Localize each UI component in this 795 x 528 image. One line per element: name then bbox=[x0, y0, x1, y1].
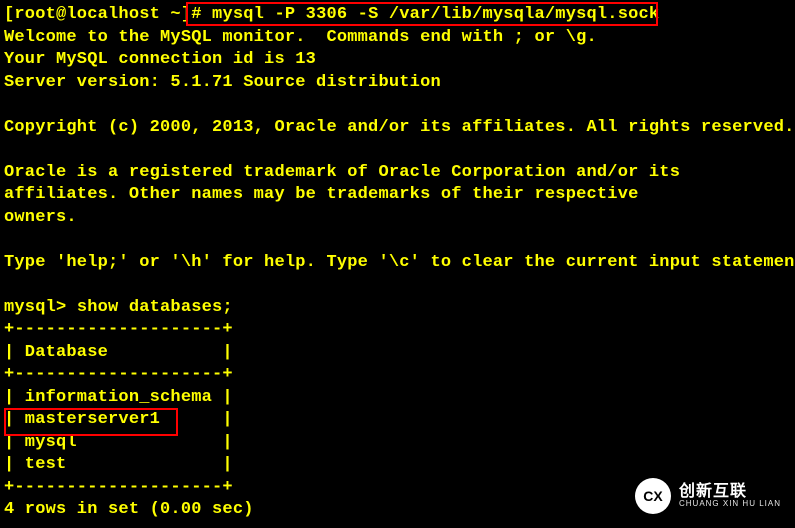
mysql-connect-command: mysql -P 3306 -S /var/lib/mysqla/mysql.s… bbox=[212, 5, 659, 24]
table-border: +--------------------+ bbox=[4, 478, 233, 497]
banner-line: Type 'help;' or '\h' for help. Type '\c'… bbox=[4, 253, 795, 272]
banner-line: affiliates. Other names may be trademark… bbox=[4, 185, 639, 204]
show-databases-command: show databases; bbox=[77, 298, 233, 317]
banner-line: Oracle is a registered trademark of Orac… bbox=[4, 163, 680, 182]
banner-line: Welcome to the MySQL monitor. Commands e… bbox=[4, 28, 597, 47]
banner-line: owners. bbox=[4, 208, 77, 227]
banner-line: Your MySQL connection id is 13 bbox=[4, 50, 316, 69]
watermark-logo-icon: CX bbox=[635, 478, 671, 514]
table-header: | Database | bbox=[4, 343, 233, 362]
table-border: +--------------------+ bbox=[4, 365, 233, 384]
watermark: CX 创新互联 CHUANG XIN HU LIAN bbox=[635, 478, 781, 514]
table-border: +--------------------+ bbox=[4, 320, 233, 339]
banner-line: Copyright (c) 2000, 2013, Oracle and/or … bbox=[4, 118, 795, 137]
table-row: | masterserver1 | bbox=[4, 410, 233, 429]
table-row: | information_schema | bbox=[4, 388, 233, 407]
table-row: | test | bbox=[4, 455, 233, 474]
result-summary: 4 rows in set (0.00 sec) bbox=[4, 500, 254, 519]
banner-line: Server version: 5.1.71 Source distributi… bbox=[4, 73, 441, 92]
watermark-subtitle: CHUANG XIN HU LIAN bbox=[679, 500, 781, 509]
terminal-output[interactable]: [root@localhost ~]# mysql -P 3306 -S /va… bbox=[0, 0, 795, 526]
mysql-prompt: mysql> bbox=[4, 298, 77, 317]
shell-prompt: [root@localhost ~]# bbox=[4, 5, 212, 24]
table-row: | mysql | bbox=[4, 433, 233, 452]
watermark-title: 创新互联 bbox=[679, 483, 781, 501]
